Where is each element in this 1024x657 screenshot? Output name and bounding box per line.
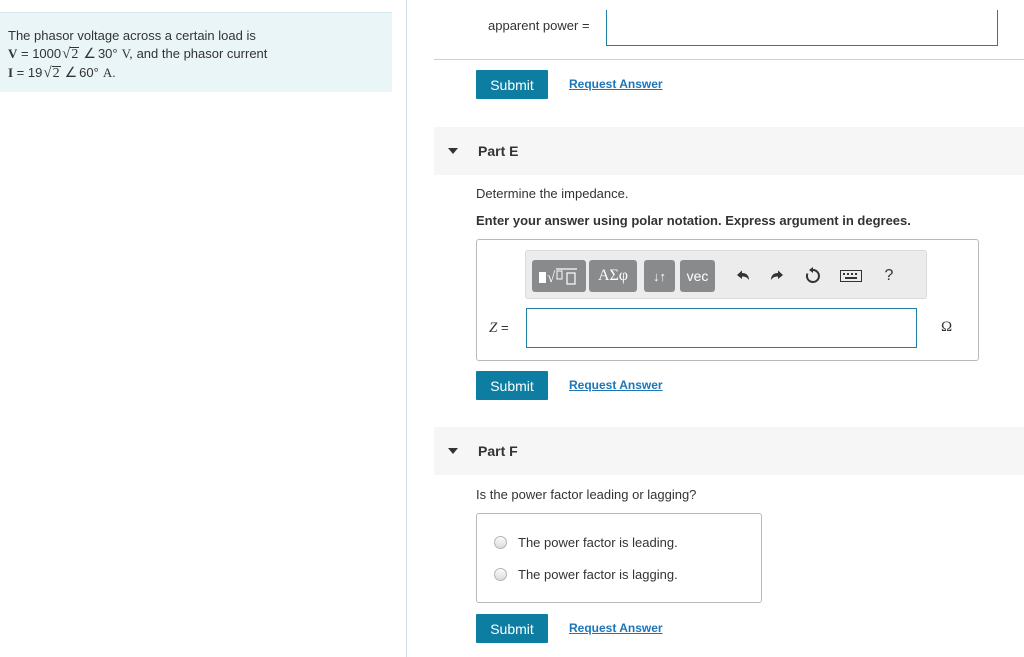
vec-button[interactable]: vec (680, 260, 715, 292)
impedance-label: Z = (489, 320, 509, 337)
previous-part-request-answer-link[interactable]: Request Answer (569, 77, 663, 91)
current-magnitude: = 19 (13, 65, 43, 80)
option-leading[interactable]: The power factor is leading. (494, 535, 678, 550)
option-lagging[interactable]: The power factor is lagging. (494, 567, 678, 582)
voltage-magnitude: = 1000 (17, 46, 62, 61)
impedance-equals: = (497, 320, 509, 335)
part-f-header[interactable]: Part F (434, 427, 1024, 475)
apparent-power-input[interactable] (606, 10, 998, 46)
voltage-radicand: 2 (70, 47, 80, 62)
voltage-expression: V = 1000 √ 2 ∠ 30° V, and the phasor curr… (8, 45, 384, 64)
current-radicand: 2 (51, 66, 61, 81)
option-label: The power factor is leading. (518, 535, 678, 550)
radio-button[interactable] (494, 568, 507, 581)
collapse-caret-icon[interactable] (448, 448, 458, 454)
part-f-request-answer-link[interactable]: Request Answer (569, 621, 663, 635)
current-expression: I = 19 √ 2 ∠ 60° A. (8, 64, 384, 83)
column-divider (406, 0, 407, 657)
radio-button[interactable] (494, 536, 507, 549)
problem-intro-text: The phasor voltage across a certain load… (8, 28, 256, 43)
undo-icon[interactable] (732, 265, 754, 287)
voltage-unit: V, (121, 46, 133, 61)
problem-statement: The phasor voltage across a certain load… (0, 12, 392, 92)
part-e-submit-button[interactable]: Submit (476, 371, 548, 400)
current-angle: 60° (79, 65, 99, 80)
current-sqrt: √ 2 (43, 65, 61, 81)
part-e-request-answer-link[interactable]: Request Answer (569, 378, 663, 392)
part-e-question: Determine the impedance. (476, 186, 629, 201)
impedance-input[interactable] (526, 308, 917, 348)
help-icon[interactable]: ? (878, 265, 900, 287)
svg-text:√: √ (547, 270, 556, 286)
voltage-angle: 30° (97, 46, 118, 61)
redo-icon[interactable] (766, 265, 788, 287)
voltage-variable: V (8, 46, 18, 61)
keyboard-icon[interactable] (840, 265, 862, 287)
option-label: The power factor is lagging. (518, 567, 678, 582)
part-e-answer-box: √ ΑΣφ ↓↑ vec ? Z = Ω (476, 239, 979, 361)
part-e-title: Part E (478, 143, 519, 159)
current-unit: A. (102, 65, 116, 80)
templates-button[interactable]: √ (532, 260, 586, 292)
voltage-tail-text: and the phasor current (136, 46, 268, 61)
current-angle-symbol: ∠ (64, 66, 78, 81)
part-f-title: Part F (478, 443, 518, 459)
voltage-sqrt: √ 2 (62, 46, 80, 62)
part-f-submit-button[interactable]: Submit (476, 614, 548, 643)
part-f-question: Is the power factor leading or lagging? (476, 487, 697, 502)
part-e-header[interactable]: Part E (434, 127, 1024, 175)
ohm-unit: Ω (941, 319, 953, 335)
previous-part-submit-button[interactable]: Submit (476, 70, 548, 99)
collapse-caret-icon[interactable] (448, 148, 458, 154)
part-e-instruction: Enter your answer using polar notation. … (476, 213, 911, 228)
greek-symbols-button[interactable]: ΑΣφ (589, 260, 637, 292)
templates-icon: √ (539, 268, 577, 286)
reset-icon[interactable] (802, 265, 824, 287)
voltage-angle-symbol: ∠ (83, 47, 96, 62)
apparent-power-label: apparent power = (488, 18, 590, 33)
previous-part-answer: apparent power = (434, 0, 1024, 60)
arrows-button[interactable]: ↓↑ (644, 260, 675, 292)
problem-line-1: The phasor voltage across a certain load… (8, 27, 384, 45)
part-f-options-box: The power factor is leading. The power f… (476, 513, 762, 603)
math-toolbar: √ ΑΣφ ↓↑ vec ? (525, 250, 927, 299)
